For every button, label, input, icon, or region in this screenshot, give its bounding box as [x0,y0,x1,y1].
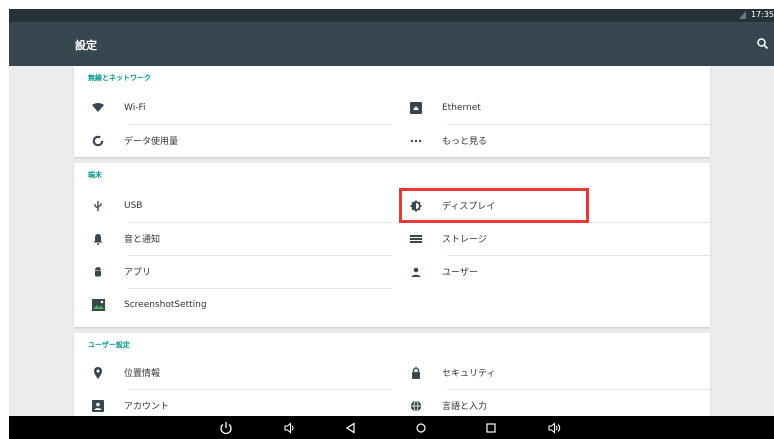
volume-up-icon[interactable] [547,420,563,436]
volume-down-icon[interactable] [281,420,297,436]
recents-icon[interactable] [483,420,499,436]
settings-item-more[interactable]: もっと見る [392,124,710,157]
wifi-icon [91,101,105,115]
status-time: 17:35 [750,10,774,19]
settings-item-label: アプリ [124,268,152,278]
settings-item-label: USB [124,200,143,211]
settings-item-storage[interactable]: ストレージ [392,222,710,255]
section-device: 端末 USB ディスプレイ 音と通知 ストレージ アプリ ユーザー Screen… [74,163,710,327]
section-personal: ユーザー設定 位置情報 セキュリティ アカウント 言語と入力 [74,333,710,423]
sim-icon [739,11,746,19]
settings-item-label: もっと見る [442,137,488,147]
settings-item-label: セキュリティ [442,369,496,379]
settings-item-label: Wi-Fi [124,102,146,113]
settings-item-label: ストレージ [442,235,487,245]
settings-item-apps[interactable]: アプリ [74,255,392,288]
settings-item-label: アカウント [124,402,170,412]
settings-item-label: Ethernet [442,102,481,113]
settings-item-security[interactable]: セキュリティ [392,356,710,389]
section-header-wireless: 無線とネットワーク [88,74,151,82]
image-icon [91,298,105,312]
settings-item-usb[interactable]: USB [74,189,392,222]
ethernet-icon [409,101,423,115]
settings-item-wifi[interactable]: Wi-Fi [74,91,392,124]
globe-icon [409,399,423,413]
back-icon[interactable] [343,420,359,436]
action-bar: 設定 [9,22,774,66]
highlight-box [399,188,589,223]
settings-item-label: 音と通知 [124,235,161,245]
settings-item-label: 言語と入力 [442,402,488,412]
location-icon [91,366,105,380]
settings-item-sound[interactable]: 音と通知 [74,222,392,255]
user-icon [409,265,423,279]
power-icon[interactable] [218,420,234,436]
storage-icon [409,232,423,246]
navigation-bar [9,416,774,439]
search-icon[interactable] [756,36,770,50]
android-screen: 17:35 設定 無線とネットワーク Wi-Fi Ethernet データ使用量… [9,9,774,439]
page-title: 設定 [75,39,97,52]
home-icon[interactable] [413,420,429,436]
more-icon [409,134,423,148]
android-icon [91,265,105,279]
settings-item-users[interactable]: ユーザー [392,255,710,288]
settings-item-ethernet[interactable]: Ethernet [392,91,710,124]
settings-item-screenshot[interactable]: ScreenshotSetting [74,288,392,321]
section-wireless: 無線とネットワーク Wi-Fi Ethernet データ使用量 もっと見る [74,66,710,157]
status-bar: 17:35 [9,9,774,22]
settings-item-label: 位置情報 [124,369,161,379]
settings-item-label: データ使用量 [124,137,179,147]
section-header-device: 端末 [88,171,102,179]
lock-icon [409,366,423,380]
settings-item-location[interactable]: 位置情報 [74,356,392,389]
usb-icon [91,199,105,213]
settings-item-label: ユーザー [442,268,478,278]
bell-icon [91,232,105,246]
data-usage-icon [91,134,105,148]
settings-item-data-usage[interactable]: データ使用量 [74,124,392,157]
settings-content: 無線とネットワーク Wi-Fi Ethernet データ使用量 もっと見る 端末… [74,66,710,423]
account-icon [91,399,105,413]
settings-item-label: ScreenshotSetting [124,299,207,310]
section-header-personal: ユーザー設定 [88,341,130,349]
